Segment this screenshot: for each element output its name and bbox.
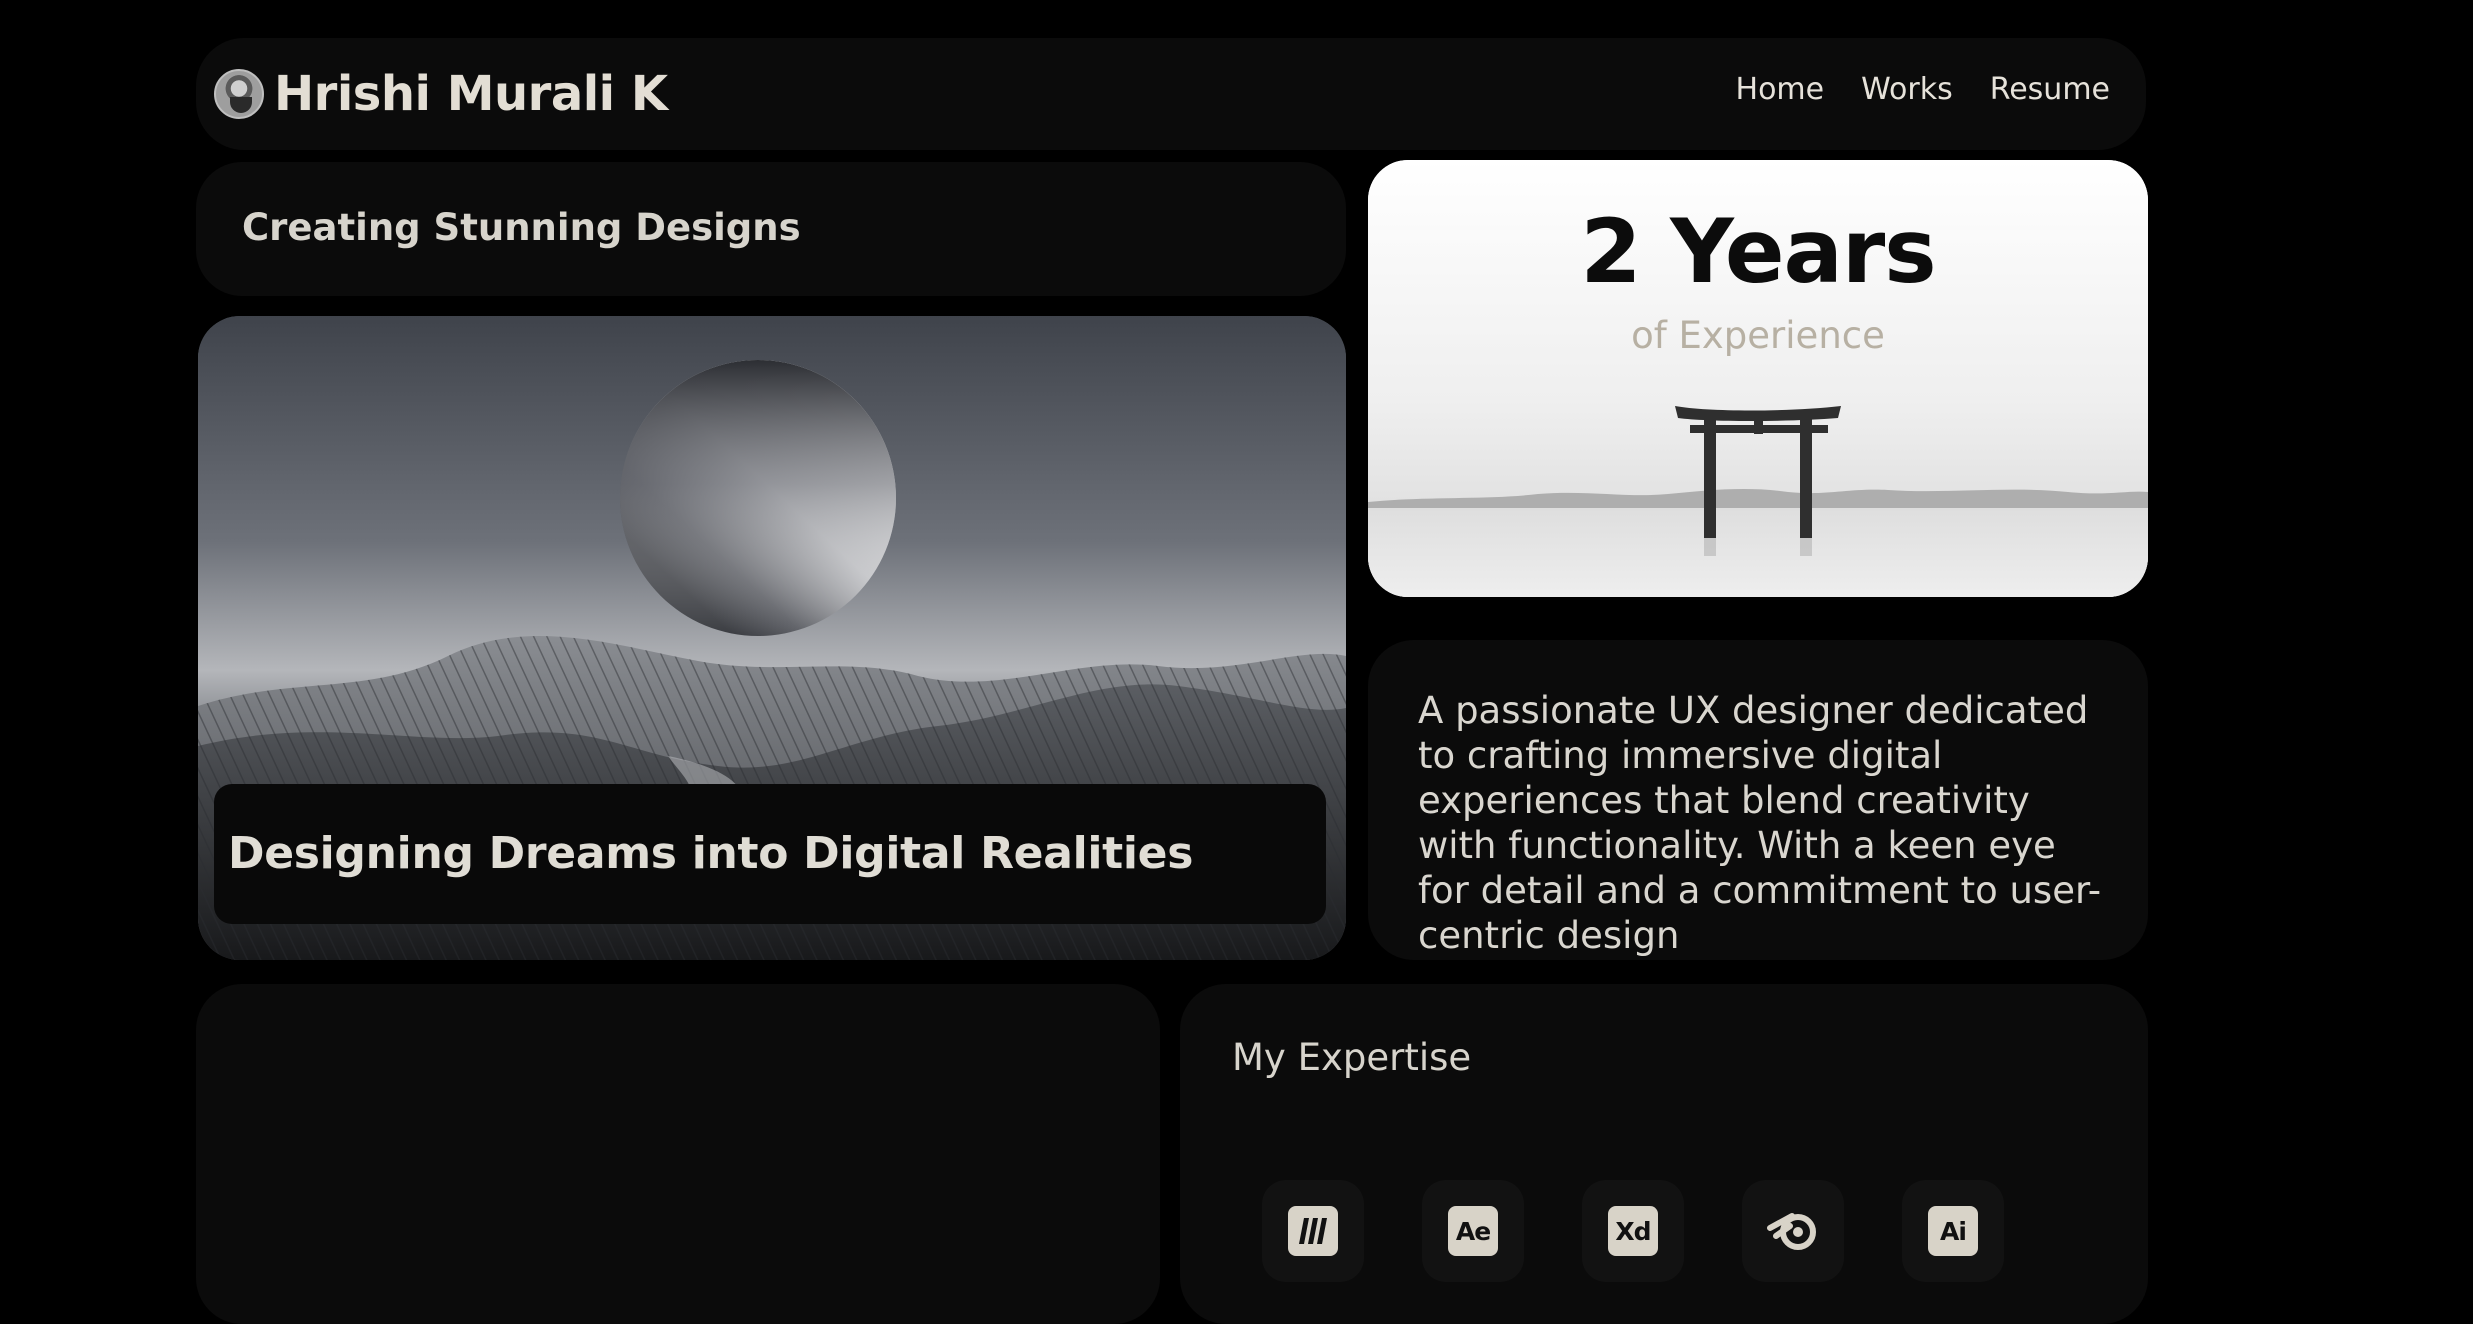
tool-illustrator[interactable]: Ai bbox=[1902, 1180, 2004, 1282]
hero-card: Designing Dreams into Digital Realities bbox=[198, 316, 1346, 960]
brand-name[interactable]: Hrishi Murali K bbox=[274, 66, 668, 122]
nav-resume-link[interactable]: Resume bbox=[1990, 72, 2110, 107]
tagline-card: Creating Stunning Designs bbox=[196, 162, 1346, 296]
expertise-tools: Ae Xd Ai bbox=[1262, 1180, 2004, 1282]
tool-blender[interactable] bbox=[1742, 1180, 1844, 1282]
site-header: Hrishi Murali K Home Works Resume bbox=[196, 38, 2146, 150]
tool-after-effects[interactable]: Ae bbox=[1422, 1180, 1524, 1282]
tool-adobe-xd[interactable]: Xd bbox=[1582, 1180, 1684, 1282]
avatar bbox=[214, 69, 264, 119]
blender-icon bbox=[1766, 1206, 1820, 1256]
hero-caption-box: Designing Dreams into Digital Realities bbox=[214, 784, 1326, 924]
bio-card: A passionate UX designer dedicated to cr… bbox=[1368, 640, 2148, 960]
bio-text: A passionate UX designer dedicated to cr… bbox=[1418, 689, 2102, 957]
tool-miro[interactable] bbox=[1262, 1180, 1364, 1282]
nav-works-link[interactable]: Works bbox=[1861, 72, 1953, 107]
nav-home-link[interactable]: Home bbox=[1736, 72, 1825, 107]
experience-card: 2 Years of Experience bbox=[1368, 160, 2148, 597]
main-nav: Home Works Resume bbox=[1736, 72, 2110, 107]
hero-caption: Designing Dreams into Digital Realities bbox=[228, 828, 1194, 879]
expertise-title: My Expertise bbox=[1232, 1036, 1472, 1079]
placeholder-card bbox=[196, 984, 1160, 1324]
brand[interactable]: Hrishi Murali K bbox=[214, 66, 668, 122]
expertise-card: My Expertise Ae Xd Ai bbox=[1180, 984, 2148, 1324]
experience-label: of Experience bbox=[1631, 314, 1885, 357]
illustrator-icon: Ai bbox=[1928, 1206, 1978, 1256]
miro-icon bbox=[1288, 1206, 1338, 1256]
after-effects-icon: Ae bbox=[1448, 1206, 1498, 1256]
tagline: Creating Stunning Designs bbox=[242, 206, 801, 249]
experience-years: 2 Years bbox=[1580, 200, 1936, 303]
adobe-xd-icon: Xd bbox=[1608, 1206, 1658, 1256]
